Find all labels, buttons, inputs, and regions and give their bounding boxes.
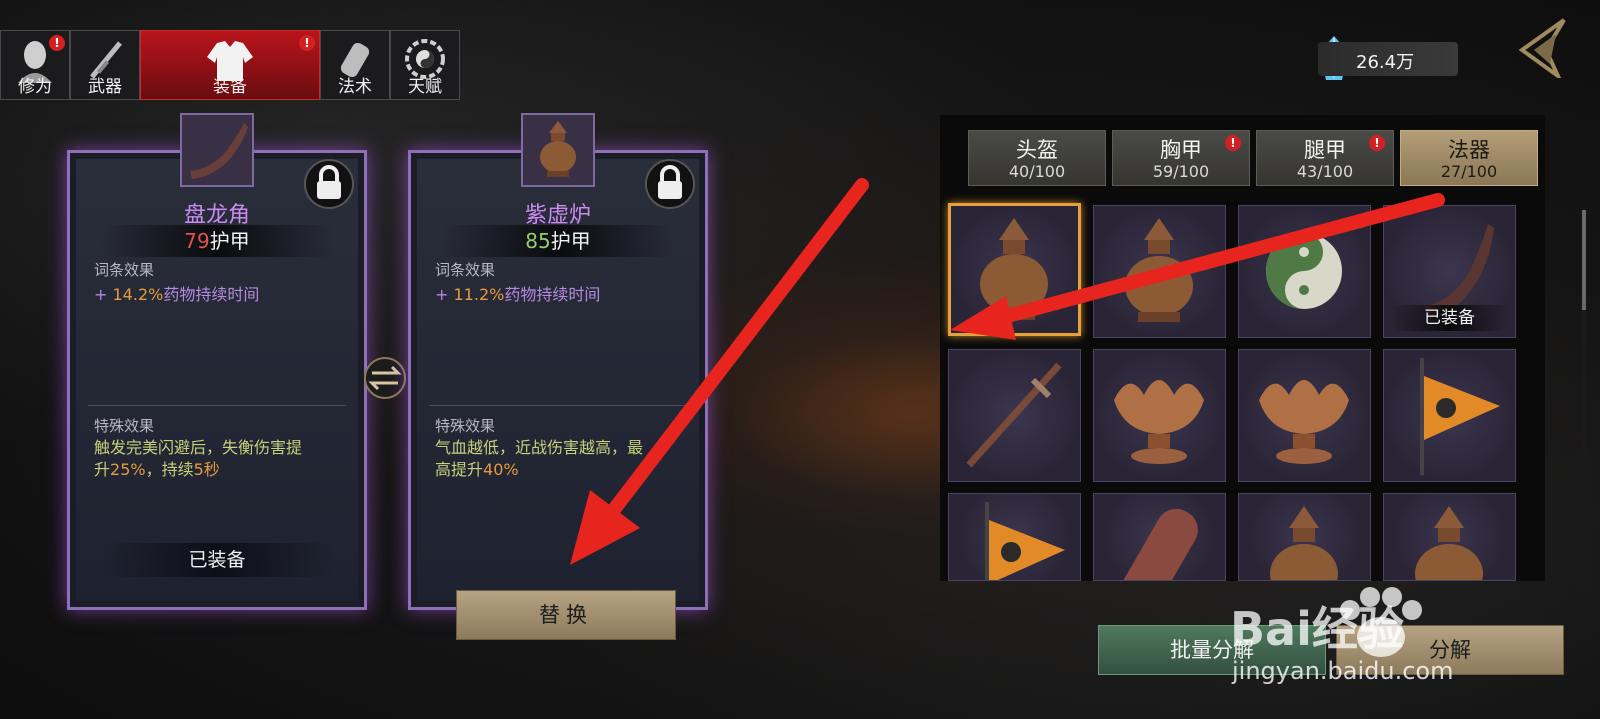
watermark-url: jingyan.baidu.com — [1231, 657, 1453, 685]
watermark-brand: Bai经验 — [1230, 602, 1404, 656]
baidu-watermark: Bai经验 jingyan.baidu.com — [1230, 587, 1453, 685]
